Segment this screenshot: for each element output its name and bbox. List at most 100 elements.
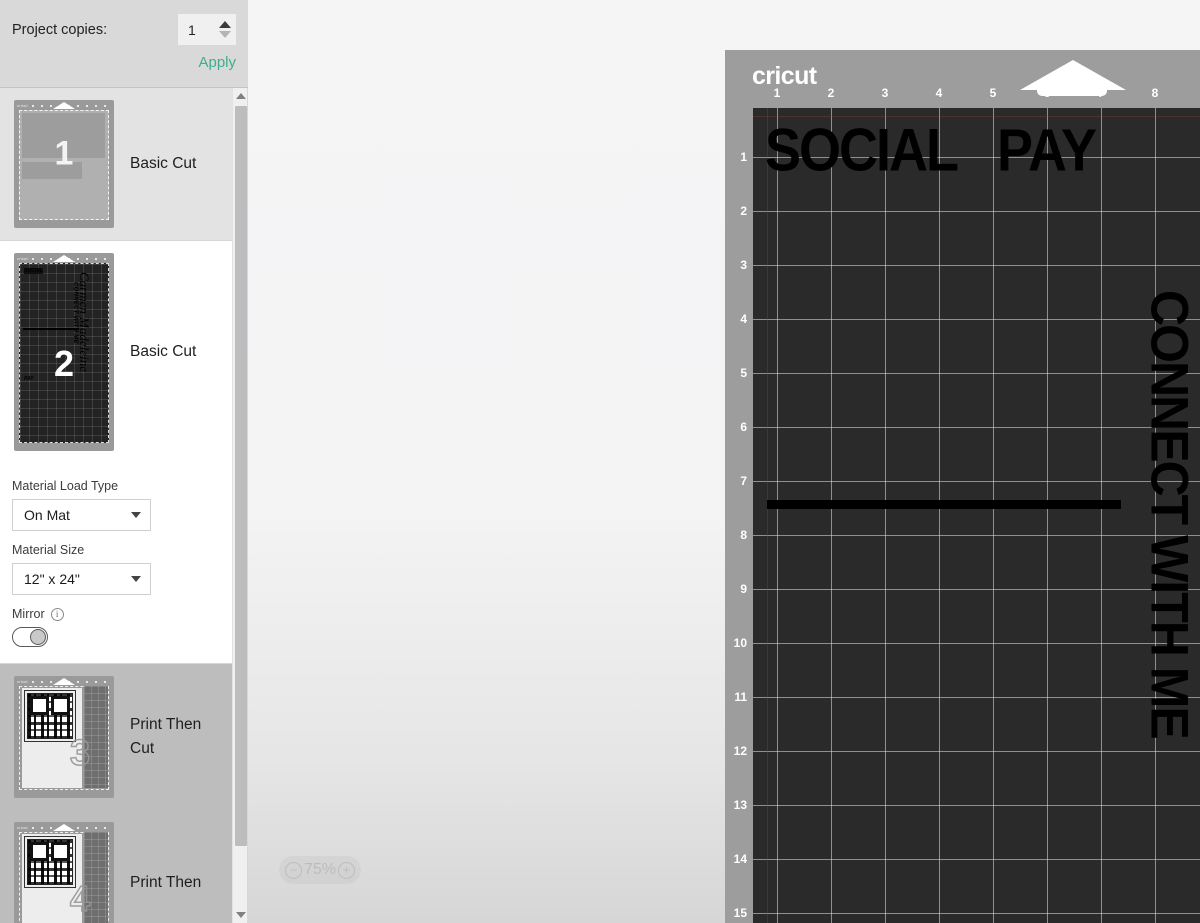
ruler-tick-v: 8 (740, 528, 747, 542)
mat-label-1: Basic Cut (130, 154, 197, 172)
panel-scrollbar[interactable] (232, 88, 248, 923)
design-text-connect[interactable]: CONNECT WITH ME (1140, 290, 1199, 738)
ruler-tick-v: 3 (740, 258, 747, 272)
mat-list-item-3[interactable]: cricut 3 Print Then Cut (0, 664, 232, 810)
triangle-up-icon[interactable] (219, 21, 231, 28)
zoom-in-icon[interactable]: + (338, 861, 356, 879)
mat-thumb-brand: cricut (17, 679, 28, 684)
ruler-tick-v: 11 (734, 690, 747, 704)
chevron-down-icon (131, 576, 141, 582)
scroll-down-arrow-icon[interactable] (233, 907, 248, 923)
project-copies-label: Project copies: (12, 21, 108, 38)
mat-alignment-arrow-icon (53, 678, 75, 685)
ruler-tick-v: 5 (740, 366, 747, 380)
mat-list-item-4[interactable]: cricut 4 Print Then (0, 810, 232, 923)
design-text-pay[interactable]: PAY (997, 121, 1097, 180)
apply-button[interactable]: Apply (198, 54, 236, 71)
chevron-down-icon (131, 512, 141, 518)
ruler-tick-h: 3 (881, 86, 889, 100)
panel-scroll-wrapper: cricut 1 Basic Cut cricut SOCIAL Carmen … (0, 88, 248, 923)
mat-label-4: Print Then (130, 873, 202, 891)
material-load-type-select[interactable]: On Mat (12, 499, 151, 531)
mat-grid (753, 108, 1200, 923)
ruler-tick-h: 6 (1043, 86, 1051, 100)
ruler-tick-h: 8 (1151, 86, 1159, 100)
design-text-social[interactable]: SOCIAL (765, 120, 959, 180)
mat-thumb-brand: cricut (17, 103, 28, 108)
mat-thumbnail-2[interactable]: cricut SOCIAL Carmen Madeleine CONNECT W… (14, 253, 114, 451)
zoom-out-icon[interactable]: − (284, 861, 302, 879)
triangle-down-icon[interactable] (219, 31, 231, 38)
ruler-tick-v: 15 (733, 906, 747, 920)
mat-thumbnail-1[interactable]: cricut 1 (14, 100, 114, 228)
zoom-level: 75% (303, 861, 337, 878)
material-load-type-label: Material Load Type (12, 479, 119, 493)
ruler-tick-h: 7 (1097, 86, 1105, 100)
mat-thumbnail-3[interactable]: cricut 3 (14, 676, 114, 798)
mat-thumb-text-script: Carmen Madeleine (77, 272, 92, 373)
cutting-mat[interactable]: cricut 12345678 1 2 3 4 5 6 7 8 9 10 11 12 13 14 15 SO… (725, 50, 1200, 923)
mirror-toggle-knob (30, 629, 46, 645)
panel-header: Project copies: 1 Apply (0, 0, 248, 88)
ruler-tick-h: 1 (773, 86, 781, 100)
horizontal-ruler: 1 2 3 4 5 6 7 8 (725, 86, 1200, 108)
project-copies-row: Project copies: 1 (12, 14, 236, 45)
panel-edge (247, 88, 248, 923)
material-size-value: 12" x 24" (24, 571, 80, 587)
ruler-tick-v: 9 (740, 582, 747, 596)
design-shape-bar[interactable] (767, 500, 1121, 509)
ruler-tick-v: 2 (740, 204, 747, 218)
mat-thumb-text-pay: PAY (24, 376, 34, 382)
ruler-tick-v: 6 (740, 420, 747, 434)
qr-code-icon (27, 693, 73, 739)
mat-guide-line-v (767, 108, 768, 923)
ruler-tick-h: 4 (935, 86, 943, 100)
material-load-type-value: On Mat (24, 507, 70, 523)
material-size-label: Material Size (12, 543, 85, 557)
scrollbar-thumb[interactable] (235, 106, 247, 846)
material-size-select[interactable]: 12" x 24" (12, 563, 151, 595)
vertical-ruler: 1 2 3 4 5 6 7 8 9 10 11 12 13 14 15 (725, 108, 753, 923)
app-root: Project copies: 1 Apply cricut 1 Basic C… (0, 0, 1200, 923)
mat-alignment-arrow-icon (53, 824, 75, 831)
project-copies-input[interactable]: 1 (178, 22, 216, 38)
ruler-tick-v: 4 (740, 312, 747, 326)
ruler-tick-v: 14 (733, 852, 747, 866)
mat-thumb-bar (23, 328, 80, 330)
mat-thumb-brand: cricut (17, 256, 28, 261)
mat-list-item-1[interactable]: cricut 1 Basic Cut (0, 88, 232, 240)
ruler-tick-h: 5 (989, 86, 997, 100)
qr-code-icon (27, 839, 73, 885)
mat-alignment-arrow-icon (53, 102, 75, 109)
ruler-tick-v: 7 (740, 474, 747, 488)
mat-surface[interactable]: SOCIAL PAY CONNECT WITH ME (753, 108, 1200, 923)
project-copies-stepper[interactable]: 1 (178, 14, 236, 45)
mat-number-2: 2 (53, 342, 75, 384)
info-icon[interactable]: i (50, 607, 64, 621)
ruler-tick-v: 12 (733, 744, 747, 758)
ruler-tick-h: 2 (827, 86, 835, 100)
scroll-up-arrow-icon[interactable] (233, 88, 248, 104)
canvas-area[interactable]: − 75% + cricut 12345678 1 2 3 4 5 6 7 8 9 10 11 12 1… (248, 0, 1200, 923)
mat-alignment-arrow-icon (53, 255, 75, 262)
mirror-label: Mirror (12, 607, 45, 621)
mat-number-1: 1 (54, 134, 74, 173)
zoom-control[interactable]: − 75% + (279, 856, 361, 884)
mat-list: cricut 1 Basic Cut cricut SOCIAL Carmen … (0, 88, 232, 923)
mat-thumb-text-social: SOCIAL (24, 268, 43, 274)
mat-number-3: 3 (69, 731, 91, 774)
mat-list-item-2[interactable]: cricut SOCIAL Carmen Madeleine CONNECT W… (0, 241, 232, 463)
ruler-tick-v: 13 (733, 798, 747, 812)
mirror-toggle[interactable] (12, 627, 48, 647)
mat-thumb-text-connect: CONNECT WITH ME (72, 282, 78, 344)
mat-label-3: Print Then Cut (130, 715, 202, 757)
mat-label-2: Basic Cut (130, 342, 197, 360)
mat-thumb-brand: cricut (17, 825, 28, 830)
ruler-tick-v: 1 (740, 150, 747, 164)
mat-number-4: 4 (69, 877, 91, 920)
ruler-tick-v: 10 (733, 636, 747, 650)
mat-thumbnail-4[interactable]: cricut 4 (14, 822, 114, 923)
mirror-label-row: Mirror i (12, 607, 220, 621)
stepper-arrows[interactable] (216, 14, 236, 45)
mat-preview-panel: Project copies: 1 Apply cricut 1 Basic C… (0, 0, 248, 923)
